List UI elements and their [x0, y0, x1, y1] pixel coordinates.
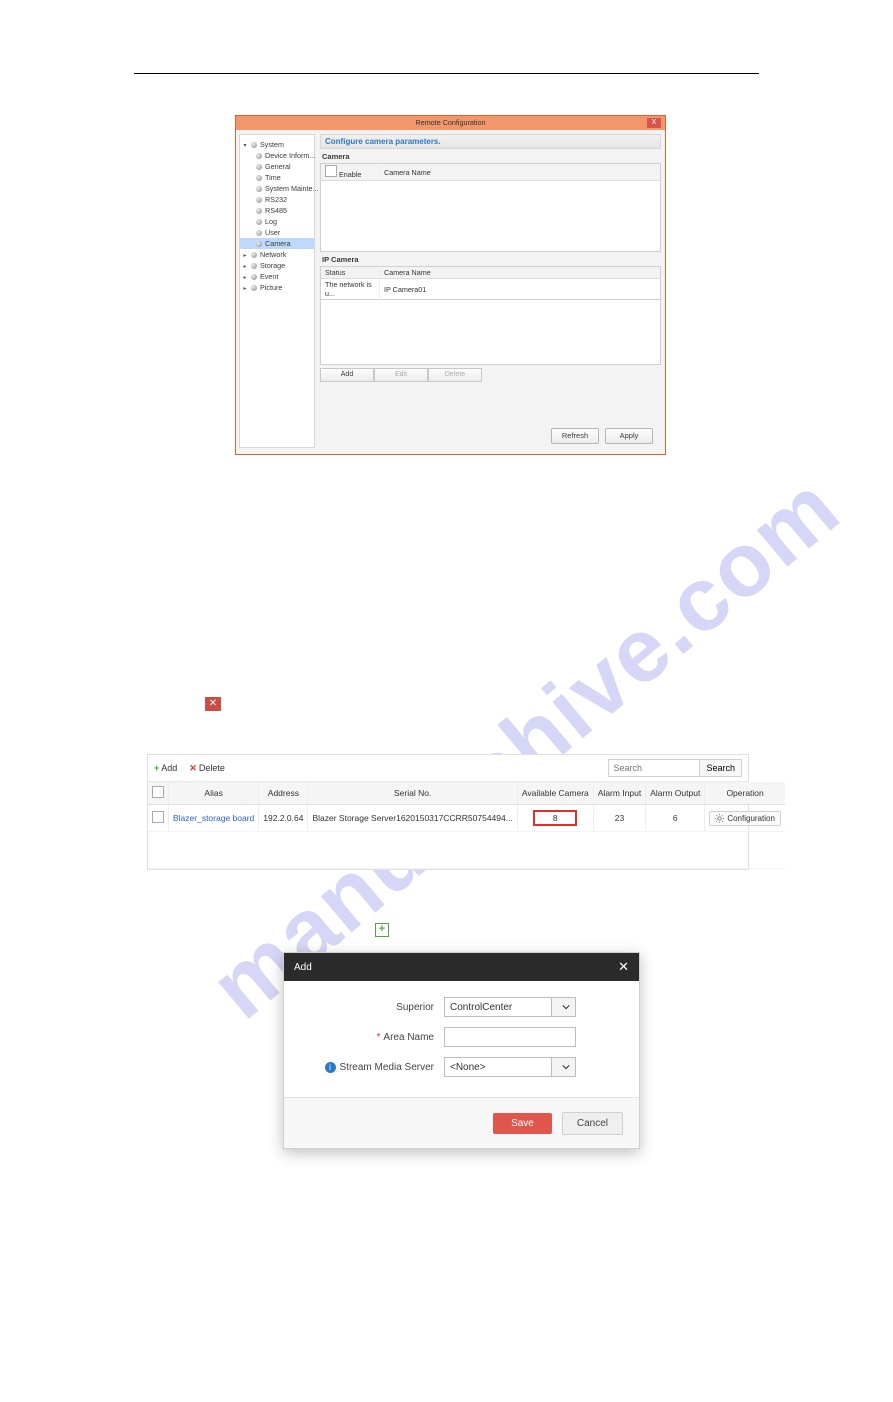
table-row[interactable]: Blazer_storage board 192.2.0.64 Blazer S… — [148, 805, 785, 832]
tree-item-device[interactable]: Device Inform... — [240, 150, 314, 161]
cancel-button[interactable]: Cancel — [562, 1112, 623, 1135]
label-superior: Superior — [304, 1002, 444, 1013]
col-serial: Serial No. — [308, 782, 517, 805]
col-status: Status — [321, 267, 380, 279]
search-input[interactable] — [608, 759, 700, 777]
dialog-title: Add — [294, 962, 312, 973]
col-address: Address — [259, 782, 308, 805]
info-icon: i — [325, 1062, 336, 1073]
refresh-button[interactable]: Refresh — [551, 428, 599, 444]
ipcamera-table: Status Camera Name The network is u... I… — [320, 266, 661, 300]
camera-section-title: Camera — [320, 149, 661, 163]
select-all-checkbox[interactable] — [152, 786, 164, 798]
configuration-button[interactable]: Configuration — [709, 811, 781, 826]
col-alias: Alias — [169, 782, 259, 805]
superior-select[interactable]: ControlCenter — [444, 997, 576, 1017]
ipcamera-table-body — [320, 300, 661, 365]
tree-item-log[interactable]: Log — [240, 216, 314, 227]
tree-item-general[interactable]: General — [240, 161, 314, 172]
tree-item-sysmaint[interactable]: System Mainte... — [240, 183, 314, 194]
add-icon: + — [375, 923, 389, 937]
col-operation: Operation — [705, 782, 785, 805]
alias-link[interactable]: Blazer_storage board — [173, 813, 254, 823]
add-dialog: Add ✕ Superior ControlCenter *Area Name … — [283, 952, 640, 1149]
tree-item-network[interactable]: ▸Network — [240, 249, 314, 260]
save-button[interactable]: Save — [493, 1113, 552, 1134]
dialog-titlebar: Add ✕ — [284, 953, 639, 981]
edit-button[interactable]: Edit — [374, 368, 428, 382]
apply-button[interactable]: Apply — [605, 428, 653, 444]
delete-button[interactable]: Delete — [428, 368, 482, 382]
col-camera-name: Camera Name — [380, 164, 661, 181]
tree-item-storage[interactable]: ▸Storage — [240, 260, 314, 271]
remote-config-window: Remote Configuration X ▾System Device In… — [235, 115, 666, 455]
table-row[interactable]: The network is u... IP Camera01 — [321, 279, 661, 300]
table-row — [148, 832, 785, 869]
label-sms: iStream Media Server — [304, 1062, 444, 1073]
tree-item-rs232[interactable]: RS232 — [240, 194, 314, 205]
chevron-down-icon — [551, 1058, 575, 1076]
ipcamera-section-title: IP Camera — [320, 252, 661, 266]
nav-tree: ▾System Device Inform... General Time Sy… — [239, 134, 315, 448]
tree-item-user[interactable]: User — [240, 227, 314, 238]
device-toolbar: +Add ✕Delete Search — [148, 755, 748, 782]
tree-item-camera[interactable]: Camera — [240, 238, 314, 249]
window-titlebar: Remote Configuration X — [236, 116, 665, 130]
col-alarm-input: Alarm Input — [593, 782, 645, 805]
tree-item-system[interactable]: ▾System — [240, 139, 314, 150]
x-icon: ✕ — [189, 763, 197, 774]
plus-icon: + — [154, 763, 159, 773]
available-camera-count: 8 — [533, 810, 577, 826]
device-panel: +Add ✕Delete Search Alias Address Serial… — [147, 754, 749, 870]
delete-device-button[interactable]: ✕Delete — [189, 763, 225, 774]
chevron-down-icon — [551, 998, 575, 1016]
sms-select[interactable]: <None> — [444, 1057, 576, 1077]
device-table: Alias Address Serial No. Available Camer… — [148, 782, 785, 869]
header-rule — [134, 73, 759, 74]
row-checkbox[interactable] — [152, 811, 164, 823]
area-name-input[interactable] — [444, 1027, 576, 1047]
close-icon[interactable]: ✕ — [618, 959, 629, 975]
label-area: *Area Name — [304, 1032, 444, 1043]
col-ip-camera-name: Camera Name — [380, 267, 661, 279]
camera-table: Enable Camera Name — [320, 163, 661, 181]
tree-item-time[interactable]: Time — [240, 172, 314, 183]
camera-table-body — [320, 181, 661, 252]
col-available: Available Camera — [517, 782, 593, 805]
window-title: Remote Configuration — [416, 118, 486, 127]
tree-item-event[interactable]: ▸Event — [240, 271, 314, 282]
panel-header: Configure camera parameters. — [320, 134, 661, 149]
enable-header-checkbox[interactable] — [325, 165, 337, 177]
search-button[interactable]: Search — [700, 759, 742, 777]
add-device-button[interactable]: +Add — [154, 763, 177, 773]
tree-item-picture[interactable]: ▸Picture — [240, 282, 314, 293]
gear-icon — [715, 814, 724, 823]
close-button[interactable]: X — [647, 118, 661, 128]
col-alarm-output: Alarm Output — [646, 782, 705, 805]
add-button[interactable]: Add — [320, 368, 374, 382]
delete-icon: ✕ — [205, 697, 221, 711]
tree-item-rs485[interactable]: RS485 — [240, 205, 314, 216]
